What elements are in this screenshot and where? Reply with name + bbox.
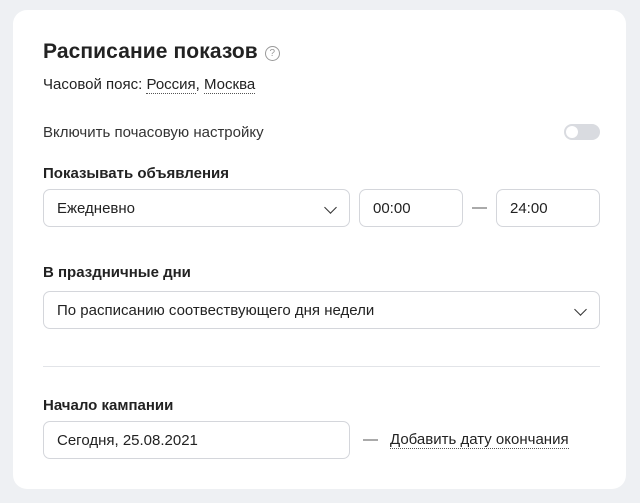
show-ads-label: Показывать объявления bbox=[43, 165, 229, 182]
hourly-setting-label: Включить почасовую настройку bbox=[43, 124, 264, 141]
start-date-input[interactable]: Сегодня, 25.08.2021 bbox=[43, 421, 350, 459]
schedule-card: Расписание показов ? Часовой пояс: Росси… bbox=[13, 10, 626, 489]
time-range-dash: — bbox=[472, 199, 487, 216]
time-from-input[interactable]: 00:00 bbox=[359, 189, 463, 227]
question-circle-icon[interactable]: ? bbox=[264, 45, 280, 61]
holidays-select[interactable]: По расписанию соотвествующего дня недели bbox=[43, 291, 600, 329]
frequency-select-value: Ежедневно bbox=[57, 199, 136, 217]
timezone-country-link[interactable]: Россия bbox=[146, 76, 196, 94]
start-date-value: Сегодня, 25.08.2021 bbox=[57, 431, 198, 449]
time-from-value: 00:00 bbox=[373, 199, 411, 217]
timezone-label: Часовой пояс: bbox=[43, 76, 143, 93]
title-row: Расписание показов ? bbox=[43, 40, 280, 64]
holidays-select-value: По расписанию соотвествующего дня недели bbox=[57, 301, 375, 319]
timezone-row: Часовой пояс: Россия, Москва bbox=[43, 76, 256, 94]
chevron-down-icon bbox=[324, 201, 337, 214]
hourly-setting-toggle[interactable] bbox=[564, 124, 600, 140]
divider bbox=[43, 366, 600, 367]
campaign-start-label: Начало кампании bbox=[43, 397, 174, 414]
time-to-input[interactable]: 24:00 bbox=[496, 189, 600, 227]
add-end-date-link[interactable]: Добавить дату окончания bbox=[390, 431, 569, 449]
page-title: Расписание показов bbox=[43, 40, 258, 63]
date-range-dash: — bbox=[363, 431, 378, 448]
chevron-down-icon bbox=[574, 303, 587, 316]
frequency-select[interactable]: Ежедневно bbox=[43, 189, 350, 227]
timezone-separator: , bbox=[195, 76, 200, 93]
timezone-city-link[interactable]: Москва bbox=[204, 76, 256, 94]
toggle-knob bbox=[566, 126, 578, 138]
time-to-value: 24:00 bbox=[510, 199, 548, 217]
holidays-label: В праздничные дни bbox=[43, 264, 191, 281]
